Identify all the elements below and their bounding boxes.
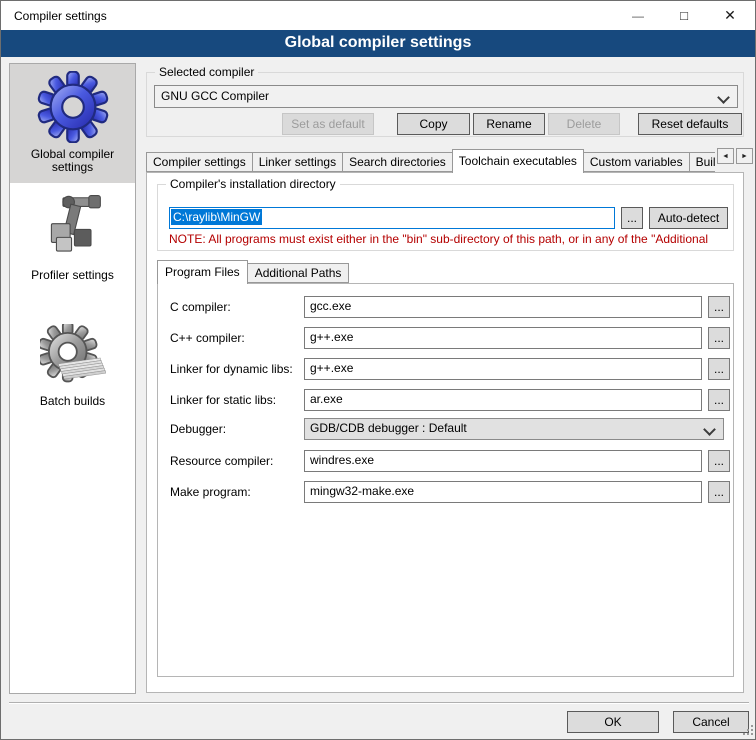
window-title: Compiler settings [14,9,107,23]
field-label: Resource compiler: [170,450,273,472]
tab-search-directories[interactable]: Search directories [342,152,453,172]
toolchain-executables-panel: Compiler's installation directory C:\ray… [146,172,744,693]
minimize-button[interactable]: — [615,1,661,30]
field-row-linker-for-dynamic-libs: Linker for dynamic libs: g++.exe... [158,358,733,380]
tab-scroll-left-button[interactable]: ◄ [717,148,734,164]
tab-toolchain-executables[interactable]: Toolchain executables [452,149,584,173]
minimize-icon: — [632,9,644,23]
field-row-resource-compiler: Resource compiler: windres.exe... [158,450,733,472]
rename-button[interactable]: Rename [473,113,545,135]
sidebar-item-label: Global compiler settings [19,148,127,174]
gear-stack-icon [40,324,106,390]
selected-compiler-dropdown[interactable]: GNU GCC Compiler [154,85,738,108]
input-value: g++.exe [310,330,353,344]
tab-compiler-settings[interactable]: Compiler settings [146,152,253,172]
tab-custom-variables[interactable]: Custom variables [583,152,690,172]
input-value: ar.exe [310,392,343,406]
field-label: C++ compiler: [170,327,245,349]
browse-button[interactable]: ... [708,358,730,380]
select-value: GDB/CDB debugger : Default [310,421,467,435]
tab-build-options[interactable]: Build options [689,152,715,172]
browse-button[interactable]: ... [708,481,730,503]
settings-sidebar: Global compiler settings Profiler settin… [9,63,136,694]
sidebar-item-global-compiler-settings[interactable]: Global compiler settings [10,64,135,183]
selected-compiler-value: GNU GCC Compiler [161,89,269,103]
sidebar-item-profiler-settings[interactable]: Profiler settings [10,183,135,307]
installation-directory-value: C:\raylib\MinGW [171,209,262,225]
field-label: Linker for static libs: [170,389,276,411]
browse-button[interactable]: ... [708,389,730,411]
chevron-down-icon [717,91,730,104]
copy-button[interactable]: Copy [397,113,470,135]
subtab-additional-paths[interactable]: Additional Paths [247,263,350,283]
note-text: NOTE: All programs must exist either in … [169,232,729,246]
reset-defaults-button[interactable]: Reset defaults [638,113,742,135]
program-files-panel: C compiler: gcc.exe... C++ compiler: g++.ex… [157,283,734,677]
browse-button[interactable]: ... [621,207,643,229]
input-value: mingw32-make.exe [310,484,414,498]
make-program-input[interactable]: mingw32-make.exe [304,481,702,503]
auto-detect-button[interactable]: Auto-detect [649,207,728,229]
delete-button: Delete [548,113,620,135]
field-row-make-program: Make program: mingw32-make.exe... [158,481,733,503]
field-label: Make program: [170,481,251,503]
group-legend: Compiler's installation directory [166,177,340,191]
resource-compiler-input[interactable]: windres.exe [304,450,702,472]
sidebar-item-label: Batch builds [19,395,127,408]
footer-separator [9,702,749,704]
browse-button[interactable]: ... [708,450,730,472]
linker-for-static-libs-input[interactable]: ar.exe [304,389,702,411]
tab-linker-settings[interactable]: Linker settings [252,152,343,172]
input-value: g++.exe [310,361,353,375]
field-row-linker-for-static-libs: Linker for static libs: ar.exe... [158,389,733,411]
tab-scroll-right-button[interactable]: ► [736,148,753,164]
sidebar-item-batch-builds[interactable]: Batch builds [10,307,135,408]
gear-blue-icon [37,71,109,143]
field-label: Linker for dynamic libs: [170,358,293,380]
arrow-right-icon: ► [741,153,748,160]
tab-strip: Compiler settingsLinker settingsSearch d… [146,148,715,173]
field-label: Debugger: [170,418,226,440]
field-row-c-compiler: C compiler: gcc.exe... [158,296,733,318]
selected-compiler-group: Selected compiler GNU GCC Compiler Set a… [146,72,744,137]
ok-button[interactable]: OK [567,711,659,733]
installation-directory-group: Compiler's installation directory C:\ray… [157,184,734,251]
caption-buttons: — □ ✕ [615,1,753,30]
browse-button[interactable]: ... [708,327,730,349]
subtab-strip: Program FilesAdditional Paths [157,260,348,284]
debugger-select[interactable]: GDB/CDB debugger : Default [304,418,724,440]
maximize-button[interactable]: □ [661,1,707,30]
close-icon: ✕ [724,7,736,24]
compiler-settings-dialog: Compiler settings — □ ✕ Global compiler … [0,0,756,740]
caliper-icon [37,192,109,264]
resize-grip[interactable] [743,725,753,735]
field-label: C compiler: [170,296,231,318]
c-compiler-input[interactable]: g++.exe [304,327,702,349]
input-value: windres.exe [310,453,374,467]
title-bar[interactable]: Compiler settings — □ ✕ [1,1,755,30]
cancel-button[interactable]: Cancel [673,711,749,733]
chevron-down-icon [703,423,716,436]
browse-button[interactable]: ... [708,296,730,318]
input-value: gcc.exe [310,299,351,313]
close-button[interactable]: ✕ [707,1,753,30]
group-legend: Selected compiler [155,65,258,79]
subtab-program-files[interactable]: Program Files [157,260,248,284]
page-title: Global compiler settings [1,30,755,57]
arrow-left-icon: ◄ [722,153,729,160]
c-compiler-input[interactable]: gcc.exe [304,296,702,318]
sidebar-item-label: Profiler settings [19,269,127,282]
field-row-c-compiler: C++ compiler: g++.exe... [158,327,733,349]
linker-for-dynamic-libs-input[interactable]: g++.exe [304,358,702,380]
set-as-default-button: Set as default [282,113,374,135]
installation-directory-input[interactable]: C:\raylib\MinGW [169,207,615,229]
field-row-debugger: Debugger: GDB/CDB debugger : Default [158,418,733,440]
maximize-icon: □ [680,8,688,23]
